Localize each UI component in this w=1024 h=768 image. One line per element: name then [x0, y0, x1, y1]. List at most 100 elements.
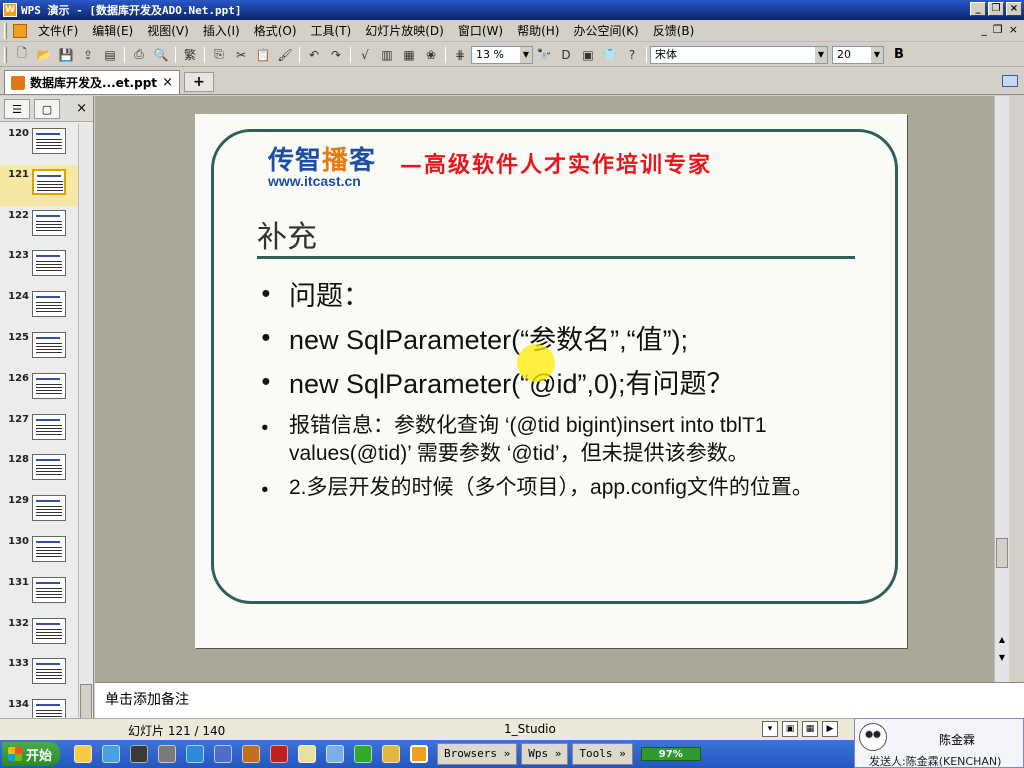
taskbar-group-wps[interactable]: Wps » [521, 743, 569, 765]
slide-vertical-scrollbar[interactable]: ▲ ▼ [994, 96, 1009, 682]
task-pane-toggle-icon[interactable] [1002, 75, 1018, 87]
quicklaunch-icon[interactable] [214, 745, 233, 763]
battery-indicator[interactable]: 97% [640, 747, 701, 761]
slide-thumbnail[interactable]: 130 [0, 532, 78, 573]
design-icon[interactable]: D [557, 46, 575, 64]
slide-thumbnail[interactable]: 127 [0, 410, 78, 451]
grid-icon[interactable]: ⋕ [451, 46, 469, 64]
wps-taskbar-icon[interactable] [410, 745, 429, 763]
slide-thumbnail[interactable]: 120 [0, 124, 78, 165]
close-button[interactable]: × [1006, 2, 1022, 16]
minimize-button[interactable]: _ [970, 2, 986, 16]
menu-feedback[interactable]: 反馈(B) [646, 22, 702, 39]
slide-thumbnail[interactable]: 133 [0, 654, 78, 695]
chevron-down-icon[interactable]: ▼ [815, 46, 827, 63]
font-size-select[interactable]: 20 ▼ [832, 45, 884, 64]
next-slide-icon[interactable]: ▼ [996, 652, 1008, 664]
cut-icon[interactable]: ✂ [232, 46, 250, 64]
quicklaunch-icon[interactable] [102, 745, 121, 763]
menu-insert[interactable]: 插入(I) [196, 22, 247, 39]
quicklaunch-icon[interactable] [242, 745, 261, 763]
previous-slide-icon[interactable]: ▲ [996, 634, 1008, 646]
slide-thumbnail[interactable]: 128 [0, 450, 78, 491]
slide-thumbnail[interactable]: 125 [0, 328, 78, 369]
print-preview-icon[interactable]: 🔍 [152, 46, 170, 64]
slide-title[interactable]: 补充 [257, 212, 317, 256]
table-icon[interactable]: ▦ [400, 46, 418, 64]
notes-pane[interactable]: 单击添加备注 [95, 682, 1024, 718]
taskbar-group-tools[interactable]: Tools » [572, 743, 633, 765]
doc-minimize-button[interactable]: _ [981, 23, 987, 36]
slide-thumbnail[interactable]: 122 [0, 206, 78, 247]
slideshow-view-icon[interactable]: ▶ [822, 721, 838, 737]
slide-thumbnail[interactable]: 131 [0, 573, 78, 614]
quicklaunch-icon[interactable] [158, 745, 177, 763]
help-icon[interactable]: ? [623, 46, 641, 64]
zoom-select[interactable]: 13 % ▼ [471, 45, 533, 64]
chat-notification[interactable]: 陈金霖 发送人:陈金霖(KENCHAN) [854, 718, 1024, 768]
shirt-icon[interactable]: 👕 [601, 46, 619, 64]
menu-format[interactable]: 格式(O) [247, 22, 304, 39]
format-painter-icon[interactable]: 🖌 [276, 46, 294, 64]
slide-bullet-list[interactable]: 问题： new SqlParameter(“参数名”,“值”); new Sql… [261, 274, 861, 506]
find-icon[interactable]: 🔭 [535, 46, 553, 64]
doc-close-button[interactable]: × [1009, 23, 1018, 36]
thumbnail-scrollbar[interactable] [78, 124, 93, 724]
chevron-down-icon[interactable]: ▾ [762, 721, 778, 737]
quicklaunch-icon[interactable] [130, 745, 149, 763]
formula-icon[interactable]: √ [356, 46, 374, 64]
menu-tools[interactable]: 工具(T) [304, 22, 359, 39]
close-pane-icon[interactable]: × [76, 101, 87, 116]
doc-restore-button[interactable]: ❐ [993, 23, 1003, 36]
save-icon[interactable]: 💾 [57, 46, 75, 64]
menu-file[interactable]: 文件(F) [31, 22, 85, 39]
new-tab-button[interactable]: + [184, 72, 214, 92]
menu-edit[interactable]: 编辑(E) [85, 22, 140, 39]
start-button[interactable]: 开始 [2, 742, 61, 766]
slides-tab-icon[interactable]: ▢ [34, 98, 60, 119]
close-tab-icon[interactable]: × [162, 75, 173, 90]
chevron-down-icon[interactable]: ▼ [520, 46, 532, 63]
document-tab[interactable]: 数据库开发及...et.ppt × [4, 70, 180, 94]
current-slide[interactable]: 传智播客 www.itcast.cn —高级软件人才实作培训专家 补充 问题： … [195, 114, 907, 648]
chevron-down-icon[interactable]: ▼ [871, 46, 883, 63]
menu-slideshow[interactable]: 幻灯片放映(D) [358, 22, 451, 39]
new-document-icon[interactable]: 🗋 [13, 46, 31, 64]
quicklaunch-icon[interactable] [298, 745, 317, 763]
template-icon[interactable]: ▣ [579, 46, 597, 64]
menu-help[interactable]: 帮助(H) [510, 22, 566, 39]
undo-icon[interactable]: ↶ [305, 46, 323, 64]
font-name-select[interactable]: 宋体 ▼ [650, 45, 828, 64]
quicklaunch-icon[interactable] [326, 745, 345, 763]
traditional-chinese-icon[interactable]: 繁 [181, 46, 199, 64]
slide-thumbnail[interactable]: 129 [0, 491, 78, 532]
menu-office-space[interactable]: 办公空间(K) [566, 22, 645, 39]
quicklaunch-icon[interactable] [270, 745, 289, 763]
slide-thumbnail[interactable]: 121 [0, 164, 78, 206]
bold-button[interactable]: B [894, 47, 904, 62]
open-folder-icon[interactable]: 📂 [35, 46, 53, 64]
slide-thumbnail[interactable]: 134 [0, 695, 78, 718]
menu-window[interactable]: 窗口(W) [451, 22, 510, 39]
quicklaunch-icon[interactable] [354, 745, 373, 763]
slide-thumbnail[interactable]: 123 [0, 246, 78, 287]
scrollbar-thumb[interactable] [996, 538, 1008, 568]
pdf-icon[interactable]: ▤ [101, 46, 119, 64]
restore-button[interactable]: ❐ [988, 2, 1004, 16]
taskbar-group-browsers[interactable]: Browsers » [437, 743, 518, 765]
slide-thumbnail[interactable]: 124 [0, 287, 78, 328]
outline-tab-icon[interactable]: ☰ [4, 98, 30, 119]
quicklaunch-icon[interactable] [382, 745, 401, 763]
redo-icon[interactable]: ↷ [327, 46, 345, 64]
slide-thumbnail[interactable]: 132 [0, 614, 78, 655]
slide-thumbnail[interactable]: 126 [0, 369, 78, 410]
slide-sorter-view-icon[interactable]: ▦ [802, 721, 818, 737]
copy-icon[interactable]: ⎘ [210, 46, 228, 64]
wps-app-icon[interactable]: W [3, 3, 17, 17]
clipart-icon[interactable]: ❀ [422, 46, 440, 64]
menu-view[interactable]: 视图(V) [140, 22, 196, 39]
quicklaunch-icon[interactable] [74, 745, 93, 763]
quicklaunch-icon[interactable] [186, 745, 205, 763]
export-icon[interactable]: ⇪ [79, 46, 97, 64]
normal-view-icon[interactable]: ▣ [782, 721, 798, 737]
